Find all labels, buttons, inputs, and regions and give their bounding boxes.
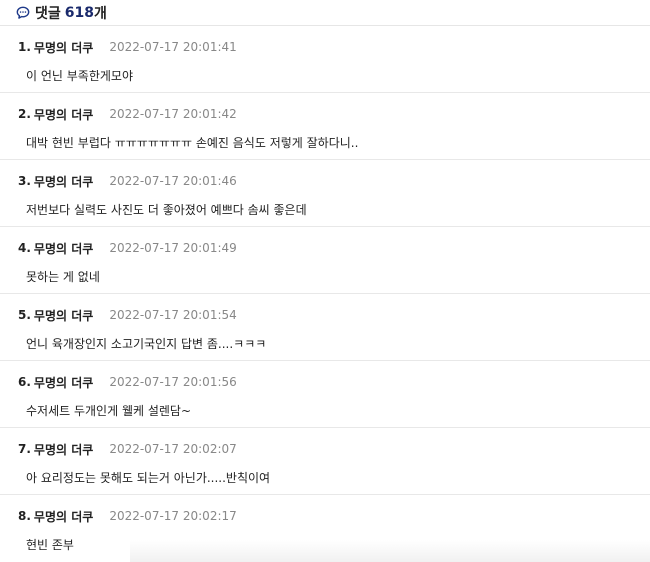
comment-item: 3. 무명의 더쿠 2022-07-17 20:01:46 저번보다 실력도 사… bbox=[0, 160, 650, 227]
comment-timestamp: 2022-07-17 20:01:42 bbox=[109, 107, 237, 121]
comment-text: 대박 현빈 부럽다 ㅠㅠㅠㅠㅠㅠㅠ 손예진 음식도 저렇게 잘하다니.. bbox=[26, 136, 359, 150]
comment-author[interactable]: 무명의 더쿠 bbox=[34, 374, 93, 391]
comment-timestamp: 2022-07-17 20:01:49 bbox=[109, 241, 237, 255]
comment-number: 1. bbox=[18, 40, 31, 54]
comment-meta: 7. 무명의 더쿠 2022-07-17 20:02:07 bbox=[18, 441, 650, 457]
comment-number: 6. bbox=[18, 375, 31, 389]
comment-text: 수저세트 두개인게 웰케 설렌담~ bbox=[26, 404, 192, 418]
comment-item: 4. 무명의 더쿠 2022-07-17 20:01:49 못하는 게 없네 bbox=[0, 227, 650, 294]
speech-bubble-icon bbox=[16, 6, 30, 19]
comment-timestamp: 2022-07-17 20:01:41 bbox=[109, 40, 237, 54]
comment-timestamp: 2022-07-17 20:02:17 bbox=[109, 509, 237, 523]
comment-item: 8. 무명의 더쿠 2022-07-17 20:02:17 현빈 존부 bbox=[0, 495, 650, 562]
comment-text: 언니 육개장인지 소고기국인지 답변 좀....ㅋㅋㅋ bbox=[26, 337, 267, 351]
comments-header: 댓글 618 개 bbox=[0, 0, 650, 26]
comment-author[interactable]: 무명의 더쿠 bbox=[34, 173, 93, 190]
comment-section: 댓글 618 개 1. 무명의 더쿠 2022-07-17 20:01:41 이… bbox=[0, 0, 650, 562]
comment-author[interactable]: 무명의 더쿠 bbox=[34, 307, 93, 324]
comment-number: 2. bbox=[18, 107, 31, 121]
comment-timestamp: 2022-07-17 20:01:46 bbox=[109, 174, 237, 188]
comment-author[interactable]: 무명의 더쿠 bbox=[34, 240, 93, 257]
comment-item: 6. 무명의 더쿠 2022-07-17 20:01:56 수저세트 두개인게 … bbox=[0, 361, 650, 428]
comment-item: 2. 무명의 더쿠 2022-07-17 20:01:42 대박 현빈 부럽다 … bbox=[0, 93, 650, 160]
comment-list: 1. 무명의 더쿠 2022-07-17 20:01:41 이 언닌 부족한게모… bbox=[0, 26, 650, 562]
comment-text: 현빈 존부 bbox=[26, 538, 74, 552]
comment-author[interactable]: 무명의 더쿠 bbox=[34, 508, 93, 525]
comment-timestamp: 2022-07-17 20:01:56 bbox=[109, 375, 237, 389]
comment-text: 저번보다 실력도 사진도 더 좋아졌어 예쁘다 솜씨 좋은데 bbox=[26, 203, 307, 217]
comment-number: 4. bbox=[18, 241, 31, 255]
comment-author[interactable]: 무명의 더쿠 bbox=[34, 39, 93, 56]
comment-number: 5. bbox=[18, 308, 31, 322]
comment-meta: 8. 무명의 더쿠 2022-07-17 20:02:17 bbox=[18, 508, 650, 524]
comment-number: 8. bbox=[18, 509, 31, 523]
comment-meta: 2. 무명의 더쿠 2022-07-17 20:01:42 bbox=[18, 106, 650, 122]
comment-number: 3. bbox=[18, 174, 31, 188]
comment-author[interactable]: 무명의 더쿠 bbox=[34, 106, 93, 123]
comment-meta: 6. 무명의 더쿠 2022-07-17 20:01:56 bbox=[18, 374, 650, 390]
comment-timestamp: 2022-07-17 20:01:54 bbox=[109, 308, 237, 322]
comment-count-unit: 개 bbox=[94, 5, 107, 22]
comment-number: 7. bbox=[18, 442, 31, 456]
comment-author[interactable]: 무명의 더쿠 bbox=[34, 441, 93, 458]
comment-meta: 5. 무명의 더쿠 2022-07-17 20:01:54 bbox=[18, 307, 650, 323]
comments-label: 댓글 bbox=[35, 5, 61, 22]
comment-item: 7. 무명의 더쿠 2022-07-17 20:02:07 아 요리정도는 못해… bbox=[0, 428, 650, 495]
comment-text: 이 언닌 부족한게모야 bbox=[26, 69, 133, 83]
comment-meta: 1. 무명의 더쿠 2022-07-17 20:01:41 bbox=[18, 39, 650, 55]
comment-text: 못하는 게 없네 bbox=[26, 270, 100, 284]
comment-text: 아 요리정도는 못해도 되는거 아닌가.....반칙이여 bbox=[26, 471, 271, 485]
comment-item: 5. 무명의 더쿠 2022-07-17 20:01:54 언니 육개장인지 소… bbox=[0, 294, 650, 361]
comment-item: 1. 무명의 더쿠 2022-07-17 20:01:41 이 언닌 부족한게모… bbox=[0, 26, 650, 93]
comment-meta: 4. 무명의 더쿠 2022-07-17 20:01:49 bbox=[18, 240, 650, 256]
comment-count: 618 bbox=[64, 4, 94, 21]
comment-meta: 3. 무명의 더쿠 2022-07-17 20:01:46 bbox=[18, 173, 650, 189]
comment-timestamp: 2022-07-17 20:02:07 bbox=[109, 442, 237, 456]
